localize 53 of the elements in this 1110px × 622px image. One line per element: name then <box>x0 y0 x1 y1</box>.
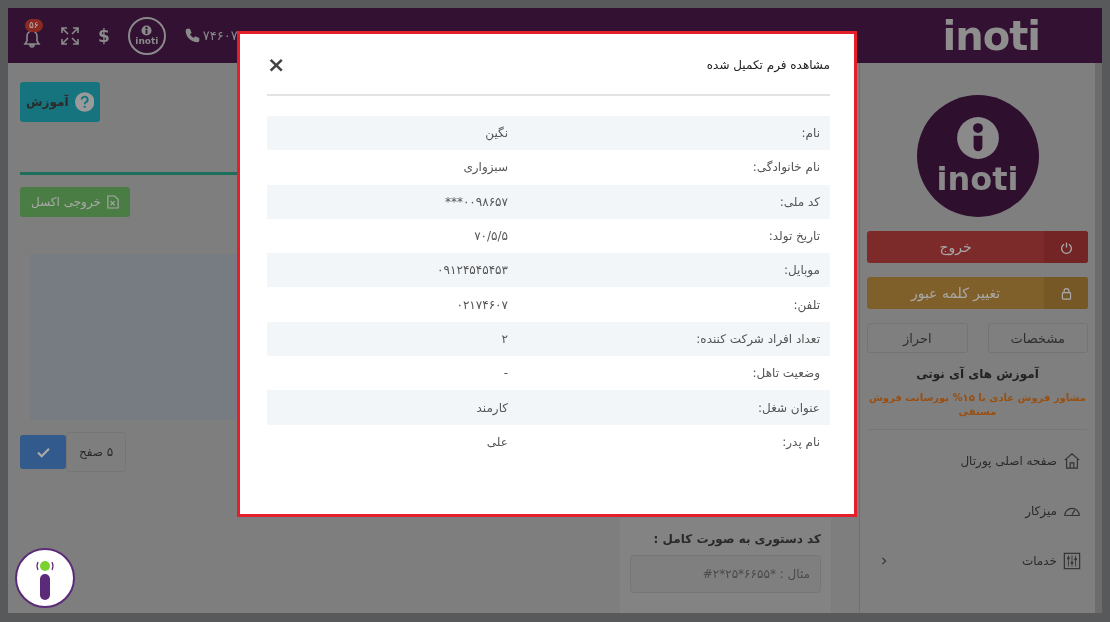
profile-button[interactable]: مشخصات <box>987 323 1088 353</box>
field-label: عنوان شغل: <box>757 400 821 415</box>
field-value: ۰۹۱۲۴۵۴۵۴۵۳ <box>437 263 508 278</box>
field-label: نام: <box>800 126 821 141</box>
field-value: ۰۲۱۷۴۶۰۷ <box>456 297 508 312</box>
brand-logo: inoti <box>942 12 1040 59</box>
field-label: تعداد افراد شرکت کننده: <box>695 331 821 346</box>
nav-item[interactable]: خدمات <box>868 552 1087 570</box>
field-value: علی <box>486 434 508 449</box>
field-label: نام پدر: <box>781 434 821 449</box>
field-label: وضعیت تاهل: <box>751 366 821 381</box>
field-value: سبزواری <box>463 160 508 175</box>
field-value: کارمند <box>476 400 508 415</box>
logo-text: inoti <box>135 36 159 46</box>
help-button[interactable]: آموزش <box>20 82 100 122</box>
notification-badge: ۵۶ <box>25 18 43 32</box>
field-label: تاریخ تولد: <box>767 229 821 244</box>
phone-icon <box>183 27 201 44</box>
verification-button[interactable]: احراز <box>867 323 968 353</box>
nav-item[interactable]: صفحه اصلی پورتال <box>868 452 1087 470</box>
question-icon <box>74 92 94 112</box>
modal-title: مشاهده فرم تکمیل شده <box>706 58 830 72</box>
field-label: تلفن: <box>792 297 821 312</box>
nav-item[interactable]: میزکار <box>868 502 1087 520</box>
i-icon <box>141 25 153 36</box>
phone-number: ۷۴۶۰۷ <box>202 28 238 43</box>
file-icon <box>106 195 119 209</box>
field-value: ۰۰۹۸۶۵۷*** <box>444 194 508 209</box>
field-label: کد ملی: <box>778 194 821 209</box>
change-password-button[interactable]: تغییر کلمه عبور <box>867 277 1088 309</box>
logo-circle[interactable]: inoti <box>127 16 166 55</box>
export-excel-button[interactable]: خروجی اکسل <box>20 187 130 217</box>
logout-button[interactable]: خروج <box>867 231 1088 263</box>
lock-icon <box>1059 286 1073 300</box>
field-value: نگین <box>485 126 508 141</box>
close-button[interactable]: × <box>267 54 286 76</box>
home-icon <box>1063 452 1081 470</box>
logo-text: inoti <box>936 162 1019 196</box>
sliders-icon <box>1063 552 1081 570</box>
fullscreen-icon[interactable] <box>60 25 80 46</box>
check-icon <box>36 446 50 458</box>
field-label: موبایل: <box>782 263 821 278</box>
field-value: - <box>503 366 508 381</box>
field-label: کد دستوری به صورت کامل : <box>652 532 821 546</box>
training-link[interactable]: آموزش های آی نوتی <box>916 367 1039 381</box>
field-value: ۲ <box>501 331 508 346</box>
field-value: ۷۰/۵/۵ <box>474 229 508 244</box>
i-icon <box>955 116 1000 160</box>
field-label: نام خانوادگی: <box>751 160 821 175</box>
app-logo-icon[interactable] <box>15 548 75 608</box>
currency-symbol[interactable]: $ <box>98 25 110 46</box>
power-icon <box>1059 240 1073 254</box>
promo-text: مشاور فروش عادی با ۱۵% پورسانت فروش مستقی <box>868 391 1087 419</box>
